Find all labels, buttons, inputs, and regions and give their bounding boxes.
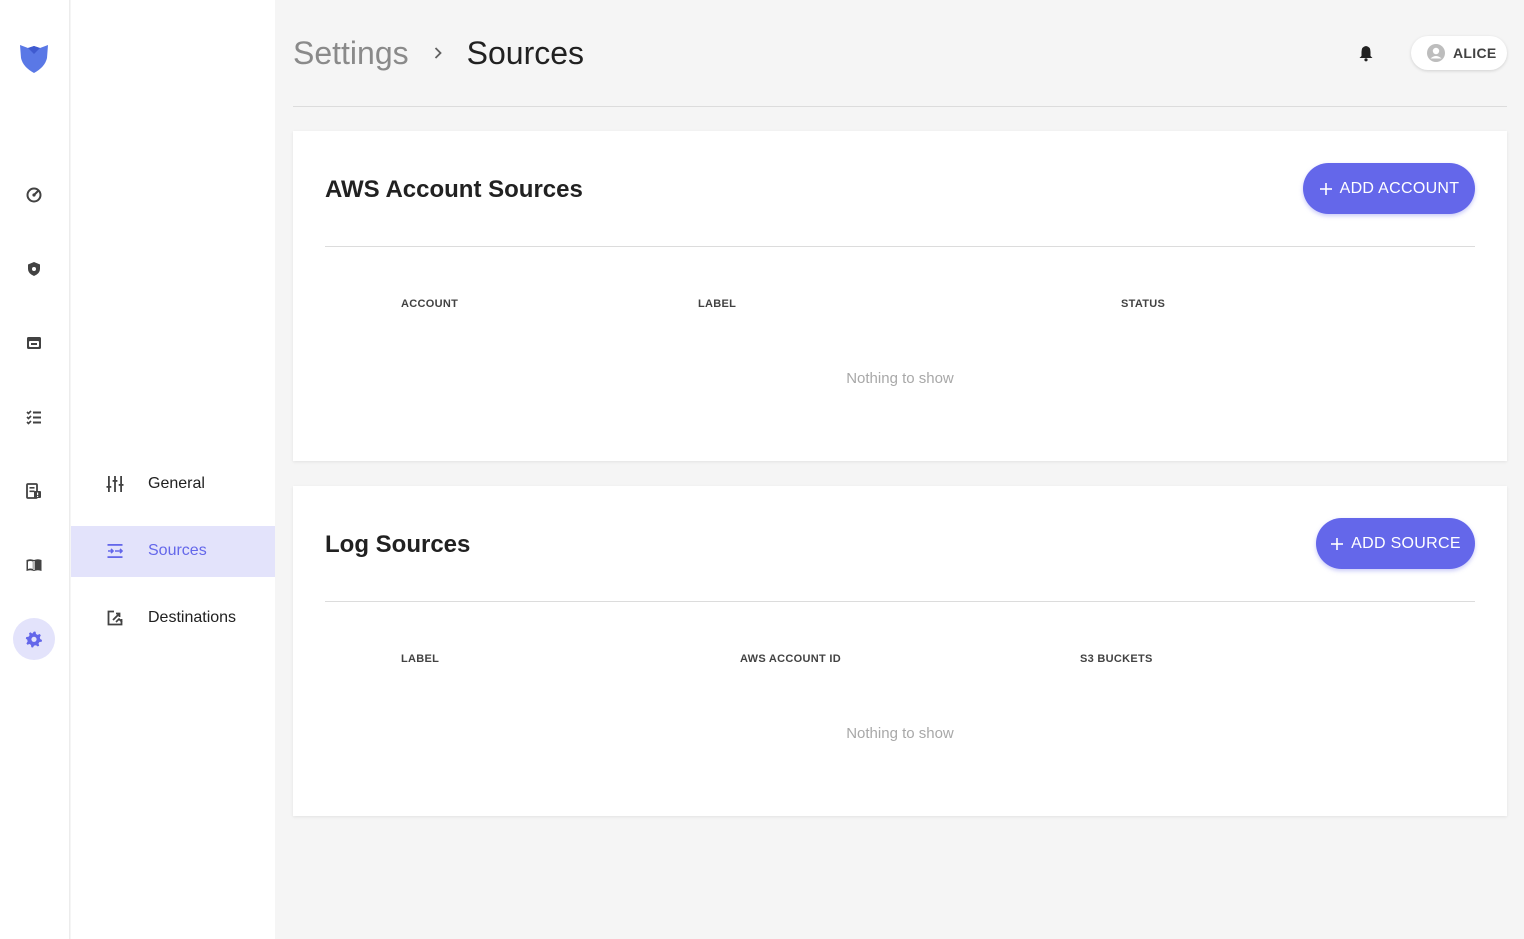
chevron-right-icon [434, 47, 442, 59]
empty-state-message: Nothing to show [846, 725, 954, 742]
column-header-label[interactable]: LABEL [698, 298, 736, 310]
column-header-account[interactable]: ACCOUNT [401, 298, 458, 310]
add-account-button[interactable]: ADD ACCOUNT [1303, 163, 1475, 214]
panel-title: Log Sources [325, 531, 471, 558]
alerts-log-icon[interactable] [13, 470, 55, 512]
book-icon[interactable] [13, 544, 55, 586]
user-menu-button[interactable]: ALICE [1411, 36, 1507, 70]
avatar [1427, 44, 1445, 62]
user-name: ALICE [1453, 45, 1497, 61]
add-source-button[interactable]: ADD SOURCE [1316, 518, 1475, 569]
plus-icon [1331, 537, 1344, 550]
gear-icon[interactable] [13, 618, 55, 660]
column-header-aws-account-id[interactable]: AWS ACCOUNT ID [740, 653, 841, 665]
panel-divider [325, 246, 1475, 247]
add-source-label: ADD SOURCE [1351, 534, 1461, 552]
dashboard-icon[interactable] [13, 174, 55, 216]
column-header-label[interactable]: LABEL [401, 653, 439, 665]
page-title: Sources [466, 35, 585, 71]
panel-divider [325, 601, 1475, 602]
log-sources-panel: Log Sources ADD SOURCE LABEL AWS ACCOUNT… [293, 486, 1507, 816]
column-header-s3-buckets[interactable]: S3 BUCKETS [1080, 653, 1153, 665]
subnav-item-label: Sources [148, 542, 207, 559]
destinations-icon [107, 610, 123, 626]
settings-subnav: General Sources Destinations [71, 0, 275, 939]
bell-icon[interactable] [1357, 44, 1375, 62]
breadcrumb-parent[interactable]: Settings [293, 33, 409, 73]
icon-rail [0, 0, 70, 939]
subnav-item-general[interactable]: General [71, 459, 275, 510]
aws-account-sources-panel: AWS Account Sources ADD ACCOUNT ACCOUNT … [293, 131, 1507, 461]
breadcrumb: Settings Sources [293, 33, 584, 73]
panther-logo-icon[interactable] [17, 41, 51, 75]
empty-state-message: Nothing to show [846, 370, 954, 387]
shield-icon[interactable] [13, 248, 55, 290]
add-account-label: ADD ACCOUNT [1339, 179, 1460, 197]
sliders-icon [106, 476, 124, 492]
panel-title: AWS Account Sources [325, 176, 583, 203]
checklist-icon[interactable] [13, 396, 55, 438]
subnav-item-sources[interactable]: Sources [71, 526, 275, 577]
sources-icon [107, 544, 124, 558]
header-divider [293, 106, 1507, 107]
subnav-item-label: General [148, 475, 205, 492]
column-header-status[interactable]: STATUS [1121, 298, 1165, 310]
cloud-resources-icon[interactable] [13, 322, 55, 364]
plus-icon [1319, 182, 1332, 195]
subnav-item-label: Destinations [148, 609, 237, 626]
subnav-item-destinations[interactable]: Destinations [71, 593, 275, 644]
